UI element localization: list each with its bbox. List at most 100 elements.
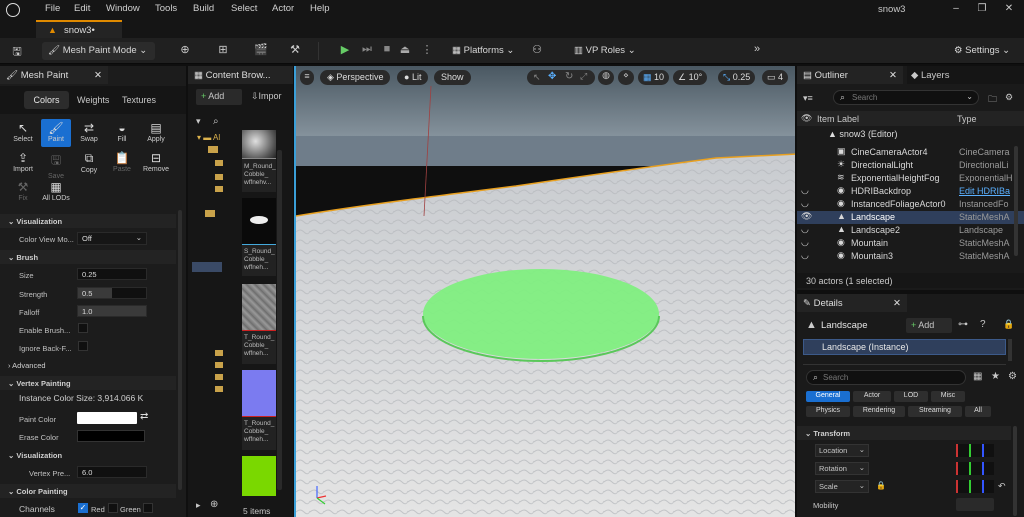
sources-toggle-icon[interactable]: ▾ [196,116,201,127]
filter-general[interactable]: General [806,391,850,402]
source-control-icon[interactable]: ⚇ [528,43,546,59]
close-icon[interactable]: ✕ [889,70,897,81]
scale-dropdown[interactable]: Scale ⌄ [815,480,869,493]
eject-icon[interactable]: ⏏ [396,43,414,59]
lock-scale-icon[interactable]: 🔒 [876,481,886,490]
tool-fix[interactable]: ⚒ Fix [8,180,38,202]
folder-icon[interactable] [215,174,223,180]
tool-fill[interactable]: ◒ Fill [107,121,137,143]
component-scrollbar[interactable] [1008,339,1012,361]
enable-brush-checkbox[interactable] [78,323,88,333]
scale-icon[interactable]: ⤢ [580,71,587,82]
section-visualization-2[interactable]: ⌄ Visualization [0,448,176,462]
tab-colors[interactable]: Colors [24,91,69,109]
scale-xyz-fields[interactable] [956,480,994,493]
outliner-tab[interactable]: ▤ Outliner ✕ [797,66,903,84]
outliner-row-selected[interactable]: 👁 ▲ Landscape StaticMeshA [797,211,1024,224]
channel-blue-checkbox[interactable] [143,503,153,513]
outliner-row[interactable]: ◡ ◉ Mountain StaticMeshA [797,237,1024,250]
tab-textures[interactable]: Textures [122,95,156,105]
search-icon[interactable]: ⌕ [213,116,219,127]
tool-all-lods[interactable]: ▦ All LODs [41,180,71,202]
toolbar-overflow-icon[interactable]: » [748,43,766,59]
level-tab[interactable]: ▲ snow3• [36,20,122,38]
folder-add-icon[interactable]: 🗀 [988,92,997,108]
viewport-menu-icon[interactable]: ≡ [300,70,314,85]
visibility-icon[interactable]: ◡ [801,185,809,196]
component-tree-row[interactable] [803,357,1006,365]
outliner-row[interactable]: ◡ ◉ HDRIBackdrop Edit HDRIBa [797,185,1024,198]
tool-apply[interactable]: ▤ Apply [141,121,171,143]
rotation-snap-button[interactable]: ∠ 10° [673,70,708,85]
settings-icon[interactable]: ⚙ [1008,371,1017,382]
size-input[interactable]: 0.25 [77,268,147,280]
channel-green-checkbox[interactable] [108,503,118,513]
stop-icon[interactable]: ■ [378,43,396,59]
reset-icon[interactable]: ↶ [998,481,1006,492]
save-icon[interactable]: 🖫 [8,43,26,59]
mode-dropdown[interactable]: 🖌 Mesh Paint Mode ⌄ [42,42,155,60]
outliner-row[interactable]: ◡ ▲ Landscape2 Landscape [797,224,1024,237]
show-button[interactable]: Show [434,70,471,85]
grid-snap-button[interactable]: ▦ 10 [638,70,670,85]
filter-actor[interactable]: Actor [853,391,891,402]
menu-build[interactable]: Build [193,3,214,14]
section-brush[interactable]: ⌄ Brush [0,250,176,264]
play-options-icon[interactable]: ⋮ [418,43,436,59]
add-component-button[interactable]: + Add [906,318,952,333]
filter-physics[interactable]: Physics [806,406,850,417]
perspective-button[interactable]: ◈ Perspective [320,70,391,85]
details-tab[interactable]: ✎ Details ✕ [797,294,907,312]
asset-tile[interactable]: T_Round_ Cobble_ wffneh... [242,370,276,450]
tool-copy[interactable]: ⧉ Copy [74,151,104,174]
translate-icon[interactable]: ✥ [548,71,556,82]
section-transform[interactable]: ⌄ Transform [797,426,1011,440]
asset-tile-green[interactable] [242,456,276,496]
menu-actor[interactable]: Actor [272,3,294,14]
type-header[interactable]: Type [957,114,977,124]
tool-remove[interactable]: ⊟ Remove [141,151,171,173]
tool-save[interactable]: 🖫 Save [41,151,71,180]
visibility-icon[interactable]: ◡ [801,237,809,248]
filter-icon[interactable]: ▾≡ [803,93,813,104]
lock-icon[interactable]: 🔒 [1003,319,1014,330]
select-mode-icon[interactable]: ↖ [533,72,541,83]
menu-edit[interactable]: Edit [74,3,90,14]
world-local-icon[interactable]: ◍ [598,70,614,85]
folder-icon[interactable] [215,350,223,356]
section-visualization[interactable]: ⌄ Visualization [0,214,176,228]
outliner-row[interactable]: ▣ CineCameraActor4 CineCamera [797,146,1024,159]
tool-import[interactable]: ⇪ Import [8,151,38,173]
item-label-header[interactable]: Item Label [817,114,859,124]
details-scrollbar[interactable] [1013,426,1017,516]
section-vertex-painting[interactable]: ⌄ Vertex Painting [0,376,176,390]
asset-tile[interactable]: S_Round_ Cobble_ wffneh... [242,198,276,276]
location-xyz-fields[interactable] [956,444,994,457]
help-icon[interactable]: ? [980,319,986,330]
outliner-scrollbar[interactable] [1014,146,1018,256]
play-icon[interactable]: ▶ [336,43,354,59]
mesh-paint-tab[interactable]: 🖌 Mesh Paint ✕ [0,66,108,84]
filter-rendering[interactable]: Rendering [853,406,905,417]
build-icon[interactable]: ⚒ [286,43,304,59]
minimize-icon[interactable]: – [948,3,964,14]
section-color-painting[interactable]: ⌄ Color Painting [0,484,176,498]
visibility-icon[interactable]: ◡ [801,198,809,209]
visibility-icon[interactable]: ◡ [801,250,809,261]
outliner-row[interactable]: ☀ DirectionalLight DirectionalLi [797,159,1024,172]
paint-color-swatch[interactable] [77,412,137,424]
close-window-icon[interactable]: ✕ [1001,3,1017,14]
mobility-toggle[interactable] [956,498,994,511]
add-button[interactable]: + Add [196,89,242,105]
lit-button[interactable]: ● Lit [397,70,429,85]
falloff-input[interactable]: 1.0 [77,305,147,317]
outliner-row[interactable]: ≋ ExponentialHeightFog ExponentialH [797,172,1024,185]
tool-swap[interactable]: ⇄ Swap [74,121,104,143]
scale-snap-button[interactable]: ⤡ 0.25 [718,70,756,85]
camera-speed-button[interactable]: ▭ 4 [762,70,789,85]
content-browser-tab[interactable]: ▦ Content Brow... [188,66,293,84]
panel-scrollbar[interactable] [178,210,182,490]
folder-icon[interactable] [215,374,223,380]
vp-roles-button[interactable]: ▥ VP Roles ⌄ [568,42,642,60]
folder-icon[interactable] [215,362,223,368]
